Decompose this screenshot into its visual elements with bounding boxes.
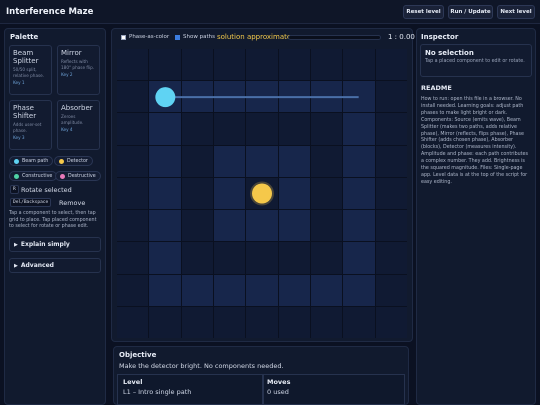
app-title: Interference Maze	[6, 7, 94, 17]
legend-label: Destructive	[68, 173, 96, 179]
legend-label: Beam path	[22, 158, 49, 164]
remove-key: Del/Backspace	[10, 198, 52, 207]
remove-action: Remove	[59, 199, 86, 207]
explain-simply-toggle[interactable]: ▶ Explain simply	[9, 237, 101, 252]
inspector-title: Inspector	[421, 33, 459, 41]
palette-help-text: Tap a component to select, then tap grid…	[9, 211, 97, 229]
card-title: Phase Shifter	[13, 104, 37, 120]
absorber-card[interactable]: Absorber Zeroes amplitude. Key 4	[57, 100, 100, 150]
card-key: Key 2	[61, 72, 73, 77]
legend-destructive: Destructive	[55, 171, 101, 181]
card-desc: Zeroes amplitude.	[61, 114, 84, 125]
readme-title: README	[421, 84, 452, 92]
selection-text: Tap a placed component to edit or rotate…	[425, 59, 525, 64]
rotate-key: R	[10, 185, 19, 194]
card-desc: Adds user-set phase.	[13, 122, 42, 133]
caret-right-icon: ▶	[14, 241, 18, 248]
source-emitter[interactable]	[155, 87, 176, 108]
beam-splitter-card[interactable]: Beam Splitter 50/50 split, relative phas…	[9, 45, 52, 95]
phase-as-color-toggle[interactable]: Phase-as-color	[121, 34, 169, 40]
card-key: Key 4	[61, 127, 73, 132]
card-title: Mirror	[61, 49, 82, 57]
legend-beam-path: Beam path	[9, 156, 54, 166]
card-title: Absorber	[61, 104, 93, 112]
objective-title: Objective	[119, 351, 157, 359]
phase-shifter-card[interactable]: Phase Shifter Adds user-set phase. Key 3	[9, 100, 52, 150]
legend-constructive: Constructive	[9, 171, 58, 181]
constructive-dot-icon	[14, 173, 19, 179]
show-paths-label: Show paths	[183, 34, 215, 40]
card-desc: Reflects with 180° phase flip.	[61, 59, 95, 70]
card-title: Beam Splitter	[13, 49, 39, 65]
run-update-button[interactable]: Run / Update	[448, 5, 493, 19]
top-bar: Interference Maze Reset level Run / Upda…	[0, 0, 540, 24]
level-label: Level	[123, 378, 143, 386]
details-label: Advanced	[20, 262, 54, 269]
advanced-toggle[interactable]: ▶ Advanced	[9, 258, 101, 273]
phase-as-color-checkbox[interactable]	[121, 34, 126, 40]
rotate-action: Rotate selected	[21, 186, 72, 194]
show-paths-toggle[interactable]: Show paths	[175, 34, 215, 40]
caret-right-icon: ▶	[14, 262, 18, 269]
legend-label: Constructive	[22, 173, 53, 179]
level-value: L1 – Intro single path	[123, 388, 192, 396]
detector-dot-icon	[59, 158, 64, 164]
phase-as-color-label: Phase-as-color	[129, 34, 170, 40]
moves-value: 0 used	[267, 388, 289, 396]
selection-title: No selection	[425, 49, 474, 57]
legend-label: Detector	[67, 158, 88, 164]
mirror-card[interactable]: Mirror Reflects with 180° phase flip. Ke…	[57, 45, 100, 95]
beam-overlay	[155, 87, 359, 206]
show-paths-checkbox[interactable]	[175, 34, 180, 40]
card-desc: 50/50 split, relative phase.	[13, 67, 45, 78]
timer: 1 : 0.00	[388, 33, 415, 41]
legend-detector: Detector	[54, 156, 93, 166]
palette-title: Palette	[10, 33, 39, 41]
detector[interactable]	[252, 183, 272, 204]
card-key: Key 3	[13, 135, 25, 140]
readme-text: How to run: open this file in a browser.…	[421, 97, 529, 185]
destructive-dot-icon	[60, 173, 65, 179]
progress-bar	[288, 35, 381, 40]
solution-status: solution approximate	[217, 33, 292, 41]
beam-path-dot-icon	[14, 158, 19, 164]
moves-label: Moves	[267, 378, 291, 386]
objective-text: Make the detector bright. No components …	[119, 362, 284, 370]
reset-level-button[interactable]: Reset level	[403, 5, 444, 19]
next-level-button[interactable]: Next level	[497, 5, 535, 19]
card-key: Key 1	[13, 80, 25, 85]
details-label: Explain simply	[20, 241, 70, 248]
